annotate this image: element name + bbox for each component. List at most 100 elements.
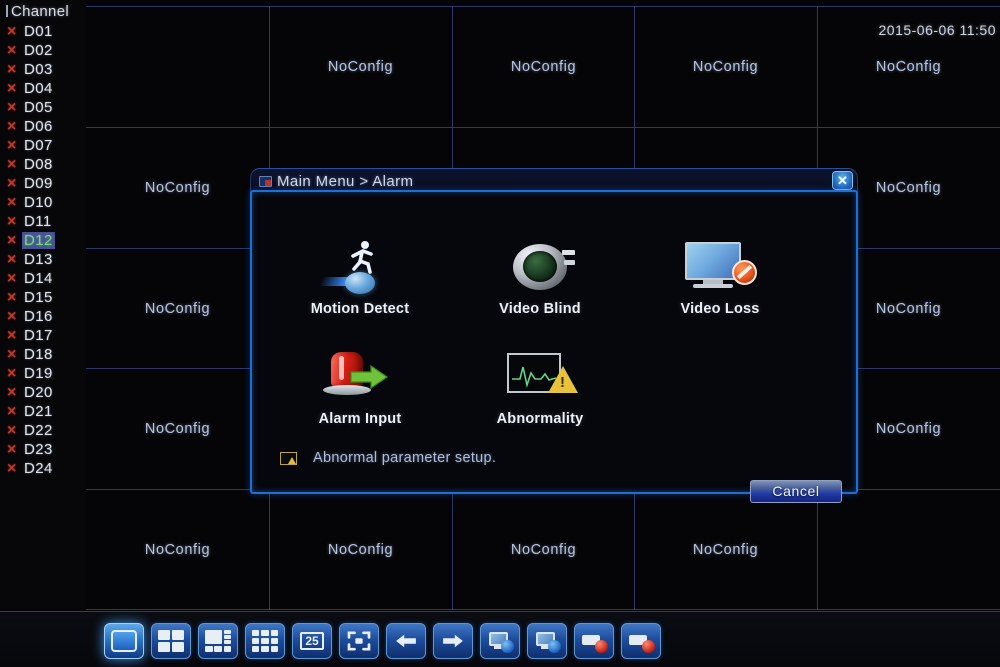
menu-item-label: Alarm Input — [318, 411, 402, 427]
dialog-title: Main Menu > Alarm — [277, 173, 414, 190]
channel-label: D14 — [24, 270, 53, 287]
channel-label: D23 — [24, 441, 53, 458]
channel-row-d14[interactable]: × D14 — [0, 269, 86, 288]
video-cell[interactable]: NoConfig — [86, 248, 269, 369]
window-icon — [259, 176, 272, 187]
channel-row-d04[interactable]: × D04 — [0, 79, 86, 98]
channel-label: D12 — [22, 232, 55, 249]
channel-label: D07 — [24, 137, 53, 154]
red-x-icon: × — [7, 364, 17, 382]
channel-row-d15[interactable]: × D15 — [0, 288, 86, 307]
channel-row-d16[interactable]: × D16 — [0, 307, 86, 326]
red-x-icon: × — [7, 421, 17, 439]
toolbar-record-start-button[interactable] — [574, 623, 614, 659]
menu-item-abnormality[interactable]: Abnormality — [450, 348, 630, 458]
single-pane-icon — [111, 630, 137, 652]
abnormality-small-icon — [280, 451, 297, 465]
menu-item-motion-detect[interactable]: Motion Detect — [270, 238, 450, 348]
channel-row-d06[interactable]: × D06 — [0, 117, 86, 136]
toolbar-view-six-button[interactable] — [198, 623, 238, 659]
channel-label: D04 — [24, 80, 53, 97]
close-icon[interactable]: ✕ — [832, 171, 853, 190]
menu-item-video-loss[interactable]: Video Loss — [630, 238, 810, 348]
video-cell-label: NoConfig — [144, 541, 211, 558]
toolbar-view-single-button[interactable] — [104, 623, 144, 659]
toolbar-view-25-button[interactable]: 25 — [292, 623, 332, 659]
red-x-icon: × — [7, 174, 17, 192]
video-cell[interactable]: NoConfig — [86, 127, 269, 248]
red-x-icon: × — [7, 212, 17, 230]
video-cell[interactable]: NoConfig — [452, 6, 635, 127]
toolbar-monitor-stop-button[interactable] — [527, 623, 567, 659]
toolbar-record-stop-button[interactable] — [621, 623, 661, 659]
channel-label: D15 — [24, 289, 53, 306]
video-loss-icon — [679, 238, 761, 296]
red-x-icon: × — [7, 155, 17, 173]
toolbar-monitor-start-button[interactable] — [480, 623, 520, 659]
video-cell[interactable]: NoConfig — [86, 489, 269, 610]
green-arrow-glyph — [350, 364, 389, 390]
toolbar-next-page-button[interactable] — [433, 623, 473, 659]
red-x-icon: × — [7, 326, 17, 344]
alarm-input-icon — [319, 348, 401, 406]
video-cell[interactable]: NoConfig — [634, 6, 817, 127]
menu-item-video-blind[interactable]: Video Blind — [450, 238, 630, 348]
channel-row-d13[interactable]: × D13 — [0, 250, 86, 269]
video-cell[interactable]: NoConfig — [86, 368, 269, 489]
video-cell-label: NoConfig — [327, 58, 394, 75]
channel-list-header-label: Channel — [11, 2, 69, 20]
red-x-icon: × — [7, 22, 17, 40]
channel-row-d02[interactable]: × D02 — [0, 41, 86, 60]
channel-label: D22 — [24, 422, 53, 439]
channel-label: D10 — [24, 194, 53, 211]
toolbar-prev-page-button[interactable] — [386, 623, 426, 659]
red-x-icon: × — [7, 193, 17, 211]
menu-item-label: Video Loss — [680, 301, 760, 317]
channel-row-d20[interactable]: × D20 — [0, 383, 86, 402]
video-cell[interactable]: NoConfig — [634, 489, 817, 610]
channel-row-d18[interactable]: × D18 — [0, 345, 86, 364]
dialog-hint-text: Abnormal parameter setup. — [313, 450, 497, 466]
channel-label: D19 — [24, 365, 53, 382]
channel-row-d08[interactable]: × D08 — [0, 155, 86, 174]
channel-label: D13 — [24, 251, 53, 268]
channel-row-d23[interactable]: × D23 — [0, 440, 86, 459]
red-x-icon: × — [7, 383, 17, 401]
video-cell[interactable]: NoConfig — [269, 489, 452, 610]
channel-row-d07[interactable]: × D07 — [0, 136, 86, 155]
toolbar-view-nine-button[interactable] — [245, 623, 285, 659]
menu-item-label: Motion Detect — [310, 301, 410, 317]
red-x-icon: × — [7, 402, 17, 420]
channel-row-d24[interactable]: × D24 — [0, 459, 86, 478]
video-cell[interactable]: NoConfig — [269, 6, 452, 127]
channel-row-d10[interactable]: × D10 — [0, 193, 86, 212]
channel-row-d22[interactable]: × D22 — [0, 421, 86, 440]
channel-label: D17 — [24, 327, 53, 344]
red-x-icon: × — [7, 288, 17, 306]
video-cell[interactable]: NoConfig — [452, 489, 635, 610]
red-x-icon: × — [7, 345, 17, 363]
red-x-icon: × — [7, 459, 17, 477]
channel-row-d11[interactable]: × D11 — [0, 212, 86, 231]
channel-row-d12[interactable]: × D12 — [0, 231, 86, 250]
channel-row-d21[interactable]: × D21 — [0, 402, 86, 421]
toolbar-view-fullscreen-button[interactable] — [339, 623, 379, 659]
channel-label: D24 — [24, 460, 53, 477]
abnormality-icon — [499, 348, 581, 406]
alarm-menu-row-2: Alarm Input Abnormality — [270, 348, 842, 458]
channel-row-d05[interactable]: × D05 — [0, 98, 86, 117]
channel-row-d01[interactable]: × D01 — [0, 22, 86, 41]
channel-label: D08 — [24, 156, 53, 173]
video-cell-label: NoConfig — [144, 420, 211, 437]
cancel-button[interactable]: Cancel — [750, 480, 842, 503]
channel-rows: × D01 × D02 × D03 × D04 × D05 × D06 × D07 × D08 × D09 × D10… — [0, 22, 86, 478]
channel-row-d09[interactable]: × D09 — [0, 174, 86, 193]
channel-row-d03[interactable]: × D03 — [0, 60, 86, 79]
channel-row-d17[interactable]: × D17 — [0, 326, 86, 345]
bottom-toolbar: 25 — [0, 611, 1000, 667]
toolbar-view-quad-button[interactable] — [151, 623, 191, 659]
arrow-left-icon — [396, 634, 416, 648]
video-cell-label: NoConfig — [144, 179, 211, 196]
channel-row-d19[interactable]: × D19 — [0, 364, 86, 383]
menu-item-alarm-input[interactable]: Alarm Input — [270, 348, 450, 458]
